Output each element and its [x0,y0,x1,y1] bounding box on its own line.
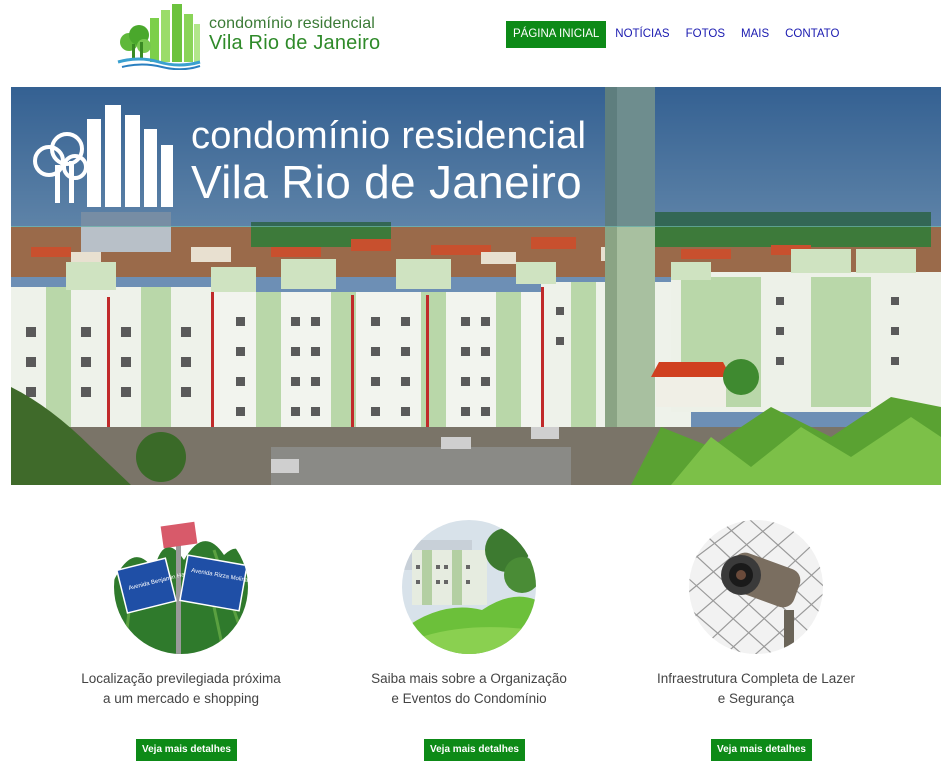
caption-line1: Saiba mais sobre a Organização [371,671,567,686]
details-button[interactable]: Veja mais detalhes [424,739,525,761]
logo-title-line1: condomínio residencial [209,15,375,32]
details-button[interactable]: Veja mais detalhes [136,739,237,761]
feature-caption: Saiba mais sobre a Organização e Eventos… [324,669,614,709]
caption-line2: e Segurança [717,691,795,706]
hero-title-line1: condomínio residencial [191,115,587,157]
caption-line1: Localização previlegiada próxima [81,671,281,686]
caption-line2: a um mercado e shopping [102,691,260,706]
nav-home[interactable]: PÁGINA INICIAL [506,21,607,48]
security-camera-photo[interactable] [689,520,823,654]
caption-line2: e Eventos do Condomínio [391,691,547,706]
nav-more[interactable]: MAIS [736,21,774,48]
hero-title-band: condomínio residencial Vila Rio de Janei… [11,87,941,227]
hero-title-line2: Vila Rio de Janeiro [191,156,582,208]
building-tree-logo-icon [117,4,201,70]
main-nav: PÁGINA INICIAL NOTÍCIAS FOTOS MAIS CONTA… [506,21,850,48]
site-logo[interactable]: condomínio residencial Vila Rio de Janei… [114,2,380,70]
street-sign-photo[interactable]: Avenida Benjamin Harris Hunnicutt Avenid… [114,520,248,654]
caption-line1: Infraestrutura Completa de Lazer [656,671,856,686]
feature-caption: Infraestrutura Completa de Lazer e Segur… [611,669,901,709]
building-tree-logo-icon [33,105,173,207]
feature-caption: Localização previlegiada próxima a um me… [36,669,326,709]
nav-contact[interactable]: CONTATO [780,21,844,48]
hero-banner: condomínio residencial Vila Rio de Janei… [11,87,941,485]
buildings-photo[interactable] [402,520,536,654]
site-header: condomínio residencial Vila Rio de Janei… [0,0,951,80]
details-button[interactable]: Veja mais detalhes [711,739,812,761]
nav-photos[interactable]: FOTOS [681,21,730,48]
nav-news[interactable]: NOTÍCIAS [610,21,674,48]
logo-title-line2: Vila Rio de Janeiro [209,32,381,54]
